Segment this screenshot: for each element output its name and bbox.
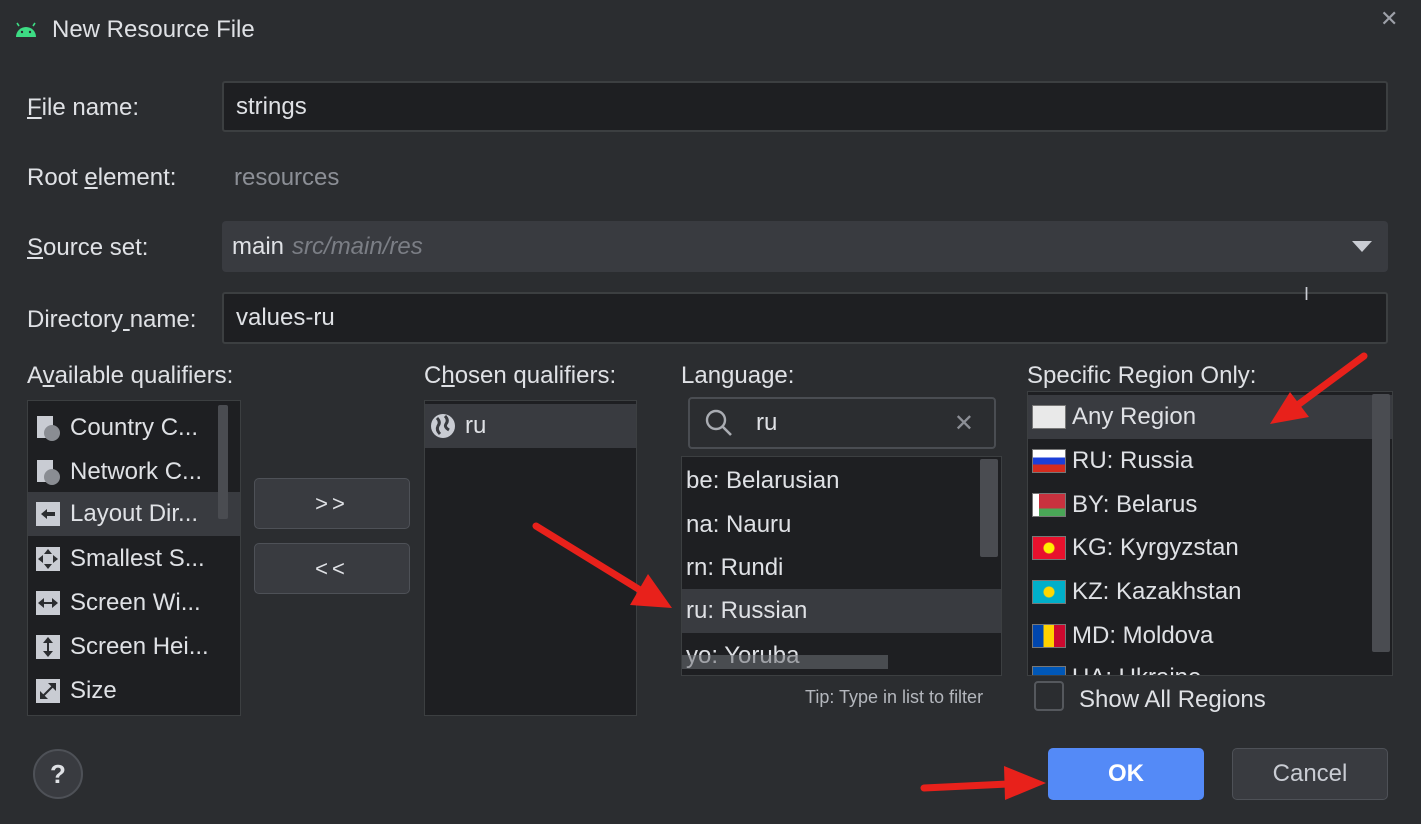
smallest-screen-width-icon [36, 547, 60, 571]
list-item[interactable]: rn: Rundi [682, 546, 1001, 590]
show-all-regions-checkbox[interactable] [1034, 681, 1064, 711]
list-item[interactable]: na: Nauru [682, 503, 1001, 547]
source-set-hint: src/main/res [292, 232, 423, 260]
directory-name-label: Directory name: [27, 306, 197, 333]
language-search-field[interactable]: ru ✕ [688, 397, 996, 449]
russia-flag-icon [1032, 449, 1066, 473]
source-set-label: Source set: [27, 234, 149, 261]
file-name-label: File name: [27, 94, 140, 121]
list-item[interactable]: Network C... [28, 450, 240, 494]
available-qualifiers-list[interactable]: Country C... Network C... Layout Dir... … [27, 400, 241, 716]
scrollbar[interactable] [980, 459, 998, 557]
list-item[interactable]: Country C... [28, 406, 240, 450]
cancel-button[interactable]: Cancel [1232, 748, 1388, 800]
moldova-flag-icon [1032, 624, 1066, 648]
size-icon [36, 679, 60, 703]
language-tip: Tip: Type in list to filter [805, 687, 984, 707]
clear-search-icon[interactable]: ✕ [954, 409, 974, 438]
list-item[interactable]: be: Belarusian [682, 459, 1001, 503]
horizontal-scrollbar[interactable] [682, 655, 888, 669]
list-item-selected[interactable]: ru [425, 404, 636, 448]
belarus-flag-icon [1032, 493, 1066, 517]
list-item[interactable]: MD: Moldova [1028, 614, 1392, 658]
list-item[interactable]: Smallest S... [28, 537, 240, 581]
list-item[interactable]: Screen Wi... [28, 581, 240, 625]
scrollbar[interactable] [1372, 394, 1390, 652]
language-search-value[interactable]: ru [756, 409, 954, 437]
chosen-qualifiers-list[interactable]: ru [424, 400, 637, 716]
arrow-annotation-ok [920, 766, 1046, 800]
list-item-selected[interactable]: Any Region [1028, 395, 1392, 439]
available-qualifiers-label: Available qualifiers: [27, 362, 234, 389]
screen-height-icon [36, 635, 60, 659]
kazakhstan-flag-icon [1032, 580, 1066, 604]
add-qualifier-button[interactable]: >> [254, 478, 410, 529]
language-list[interactable]: be: Belarusian na: Nauru rn: Rundi ru: R… [681, 456, 1002, 676]
list-item[interactable]: UA: Ukraine [1028, 656, 1392, 675]
root-element-label: Root element: [27, 164, 177, 191]
region-label: Specific Region Only: [1027, 362, 1257, 389]
ukraine-flag-icon [1032, 666, 1066, 675]
file-name-input[interactable]: strings [222, 81, 1388, 132]
close-icon[interactable]: ✕ [1380, 6, 1398, 32]
android-icon [16, 22, 36, 37]
region-list[interactable]: Any Region RU: Russia BY: Belarus KG: Ky… [1027, 391, 1393, 676]
list-item-selected[interactable]: ru: Russian [682, 589, 1001, 633]
search-icon [705, 409, 732, 436]
list-item[interactable]: Size [28, 669, 240, 713]
network-code-icon [37, 460, 60, 485]
directory-name-input[interactable]: values-ru [222, 292, 1388, 344]
list-item[interactable]: KZ: Kazakhstan [1028, 570, 1392, 614]
chosen-qualifiers-label: Chosen qualifiers: [424, 362, 617, 389]
language-label: Language: [681, 362, 795, 389]
list-item[interactable]: RU: Russia [1028, 439, 1392, 483]
ok-button[interactable]: OK [1048, 748, 1204, 800]
kyrgyzstan-flag-icon [1032, 536, 1066, 560]
chevron-down-icon [1352, 241, 1372, 252]
list-item[interactable]: Screen Hei... [28, 625, 240, 669]
screen-width-icon [36, 591, 60, 615]
text-cursor-icon: I [1304, 284, 1310, 304]
globe-icon [431, 414, 455, 438]
show-all-regions-label: Show All Regions [1079, 686, 1266, 713]
list-item[interactable]: BY: Belarus [1028, 483, 1392, 527]
any-region-flag-icon [1032, 405, 1066, 429]
source-set-dropdown[interactable]: main src/main/res [222, 221, 1388, 272]
source-set-value: main [232, 232, 285, 260]
list-item-selected[interactable]: Layout Dir... [28, 492, 240, 536]
remove-qualifier-button[interactable]: << [254, 543, 410, 594]
list-item[interactable]: KG: Kyrgyzstan [1028, 526, 1392, 570]
layout-direction-icon [36, 502, 60, 526]
help-button[interactable]: ? [33, 749, 83, 799]
scrollbar[interactable] [218, 405, 228, 519]
dialog-title: New Resource File [52, 16, 255, 43]
country-code-icon [37, 416, 60, 441]
root-element-value: resources [234, 164, 340, 191]
